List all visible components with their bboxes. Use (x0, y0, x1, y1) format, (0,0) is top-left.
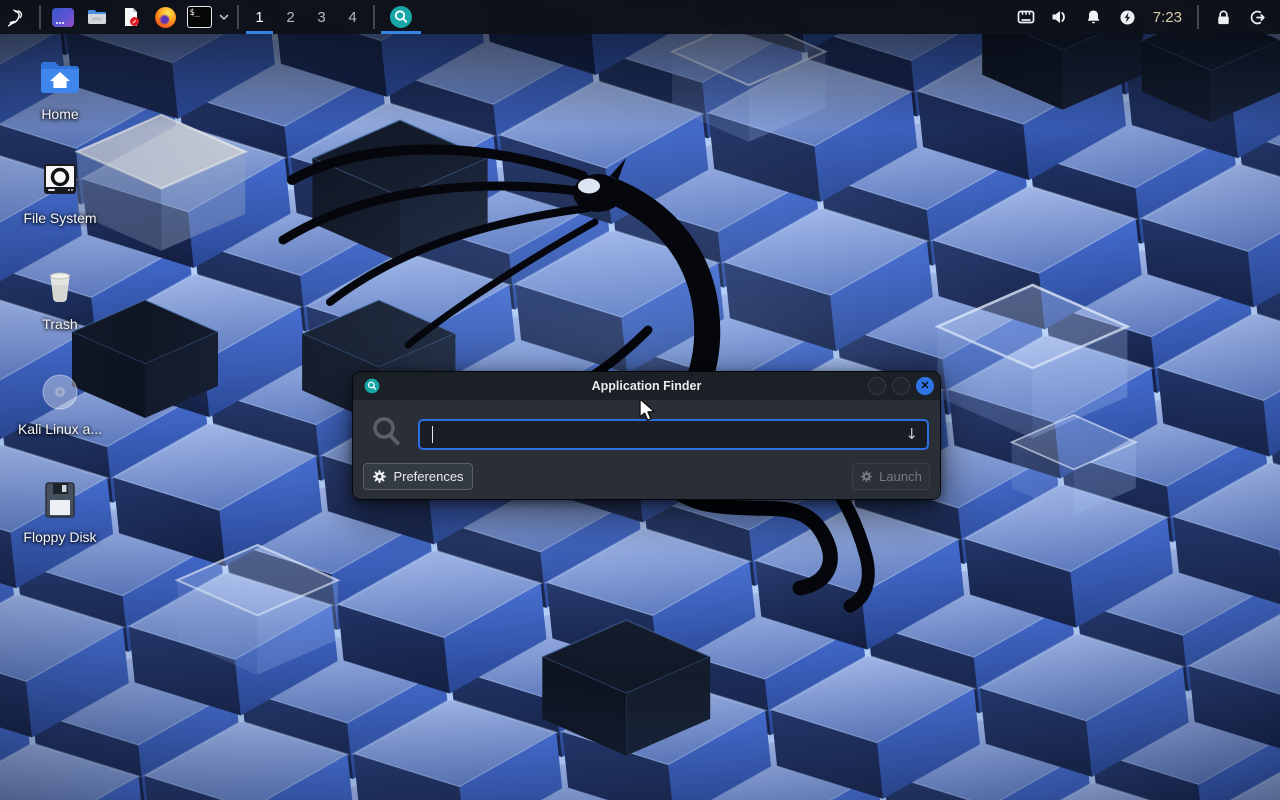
notifications-tray-button[interactable] (1079, 0, 1109, 34)
system-tray: 7:23 (1011, 0, 1280, 34)
dropdown-arrow-icon[interactable]: ↓ (905, 425, 918, 443)
window-title: Application Finder (353, 379, 940, 393)
preferences-label: Preferences (393, 469, 463, 484)
panel-separator (1197, 5, 1199, 29)
terminal-icon: $_ (187, 6, 212, 28)
applications-menu-button[interactable] (0, 2, 34, 32)
notifications-bell-icon (1084, 8, 1103, 27)
logout-icon (1248, 8, 1267, 27)
run-gear-icon (860, 470, 873, 483)
desktop-icon-home[interactable]: Home (12, 53, 108, 122)
lock-icon (1214, 8, 1233, 27)
network-tray-button[interactable] (1011, 0, 1041, 34)
kali-logo-icon (6, 6, 28, 28)
desktop-screen: Home File System Trash Kali Linux a... (0, 0, 1280, 800)
desktop-icon-label: Home (41, 106, 78, 122)
power-manager-icon (1118, 8, 1137, 27)
filesystem-drive-icon (36, 157, 84, 205)
application-finder-window: Application Finder ✕ ↓ (352, 371, 941, 500)
trash-icon (36, 263, 84, 311)
desktop-icon-kali-cd[interactable]: Kali Linux a... (12, 368, 108, 437)
launch-button[interactable]: Launch (852, 463, 930, 490)
top-panel: $_ 1 2 3 4 (0, 0, 1280, 34)
file-manager-icon (86, 6, 108, 28)
app-finder-titlebar-icon (364, 378, 380, 394)
gear-icon (372, 469, 387, 484)
maximize-button[interactable] (892, 377, 910, 395)
launch-label: Launch (879, 469, 922, 484)
lock-screen-button[interactable] (1208, 0, 1238, 34)
launcher-dropdown-button[interactable] (216, 0, 232, 34)
desktop-icon-label: Kali Linux a... (18, 421, 102, 437)
panel-separator (237, 5, 239, 29)
workspace-1-button[interactable]: 1 (244, 0, 275, 34)
logout-button[interactable] (1242, 0, 1272, 34)
search-icon (370, 415, 404, 449)
firefox-icon (155, 7, 176, 28)
launcher-window-app[interactable] (46, 0, 80, 34)
floppy-disk-icon (36, 476, 84, 524)
volume-tray-button[interactable] (1045, 0, 1075, 34)
taskbar-application-finder[interactable] (380, 0, 422, 34)
titlebar[interactable]: Application Finder ✕ (353, 372, 940, 400)
workspace-2-button[interactable]: 2 (275, 0, 306, 34)
close-button[interactable]: ✕ (916, 377, 934, 395)
text-caret (432, 426, 433, 443)
home-folder-icon (36, 53, 84, 101)
launcher-terminal[interactable]: $_ (182, 0, 216, 34)
panel-separator (39, 5, 41, 29)
network-wired-icon (1016, 7, 1036, 27)
power-tray-button[interactable] (1113, 0, 1143, 34)
preferences-button[interactable]: Preferences (363, 463, 473, 490)
panel-separator (373, 5, 375, 29)
launcher-text-editor[interactable] (114, 0, 148, 34)
mouse-cursor (637, 398, 659, 424)
desktop-icon-label: Floppy Disk (23, 529, 96, 545)
clock[interactable]: 7:23 (1147, 9, 1188, 26)
desktop-icon-filesystem[interactable]: File System (12, 157, 108, 226)
optical-disc-icon (36, 368, 84, 416)
volume-icon (1050, 7, 1070, 27)
text-editor-icon (120, 6, 142, 28)
launcher-file-manager[interactable] (80, 0, 114, 34)
close-icon: ✕ (920, 381, 929, 392)
desktop-icon-label: File System (23, 210, 96, 226)
window-app-icon (52, 8, 74, 27)
desktop-icon-floppy[interactable]: Floppy Disk (12, 476, 108, 545)
desktop-icon-label: Trash (42, 316, 77, 332)
window-controls: ✕ (868, 377, 934, 395)
chevron-down-icon (218, 11, 230, 23)
workspace-4-button[interactable]: 4 (337, 0, 368, 34)
minimize-button[interactable] (868, 377, 886, 395)
application-finder-icon (389, 5, 413, 29)
launcher-firefox[interactable] (148, 0, 182, 34)
search-input[interactable]: ↓ (418, 419, 929, 450)
desktop-icon-trash[interactable]: Trash (12, 263, 108, 332)
workspace-3-button[interactable]: 3 (306, 0, 337, 34)
